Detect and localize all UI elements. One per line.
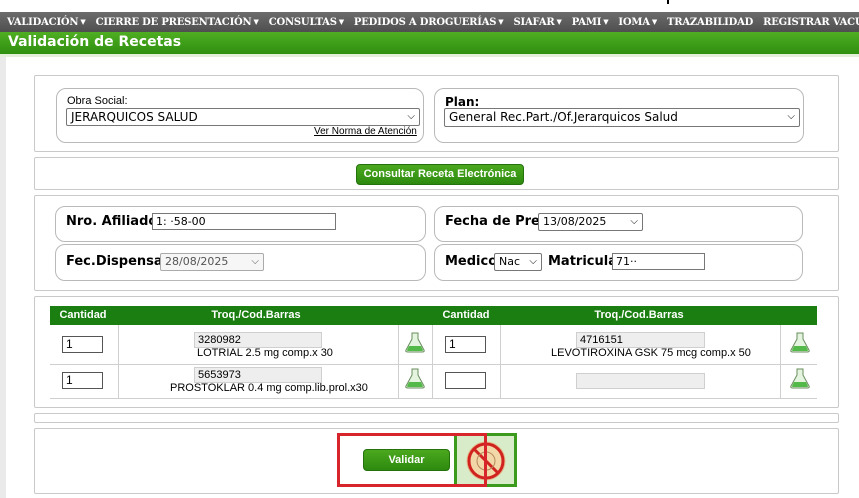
spacer-panel xyxy=(34,413,839,423)
plan-value: General Rec.Part./Of.Jerarquicos Salud xyxy=(449,110,678,124)
fecha-pres-select[interactable]: 13/08/2025 ⌵ xyxy=(538,213,643,231)
code-box-row1-left: 3280982 xyxy=(194,332,322,348)
qty-input-row2-left[interactable]: 1 xyxy=(62,372,103,389)
col-divider xyxy=(500,325,501,398)
menu-label: CIERRE DE PRESENTACIÓN xyxy=(95,17,252,28)
chevron-down-icon: ▼ xyxy=(651,17,658,26)
fecha-pres-label: Fecha de Pres xyxy=(445,214,548,229)
fec-dispensa-value: 28/08/2025 xyxy=(165,255,229,268)
medico-label: Medico xyxy=(445,254,498,269)
validar-button[interactable]: Validar xyxy=(363,449,450,471)
chevron-down-icon: ⌵ xyxy=(407,111,415,122)
products-table-header: Cantidad Troq./Cod.Barras Cantidad Troq.… xyxy=(50,306,817,325)
qty-input-row1-left[interactable]: 1 xyxy=(62,336,103,353)
row-divider xyxy=(50,364,817,365)
table-bottom xyxy=(50,398,817,399)
matricula-label: Matricula xyxy=(548,254,617,269)
header-cantidad-left: Cantidad xyxy=(59,309,107,321)
col-divider xyxy=(118,325,119,398)
chevron-down-icon: ⌵ xyxy=(630,216,638,227)
afiliado-input[interactable]: 1: ·58-00 xyxy=(152,213,336,230)
fec-dispensa-label: Fec.Dispensa: xyxy=(66,254,168,269)
menu-label: SIAFAR xyxy=(513,17,555,28)
code-box-row2-right xyxy=(576,373,705,389)
chevron-down-icon: ▼ xyxy=(338,17,344,26)
header-troq-right: Troq./Cod.Barras xyxy=(594,309,684,321)
qty-input-row2-right[interactable] xyxy=(445,372,486,389)
menu-validacion[interactable]: VALIDACIÓN ▼ xyxy=(0,12,89,32)
product-desc-row2-left: PROSTOKLAR 0.4 mg comp.lib.prol.x30 xyxy=(170,382,368,394)
menu-label: IOMA xyxy=(618,17,650,28)
flask-icon[interactable] xyxy=(404,367,426,389)
menu-pami[interactable]: PAMI ▼ xyxy=(565,12,612,32)
col-divider xyxy=(432,325,433,398)
plan-select[interactable]: General Rec.Part./Of.Jerarquicos Salud ⌵ xyxy=(444,108,800,127)
chevron-down-icon: ▼ xyxy=(80,17,86,26)
chevron-down-icon: ⌵ xyxy=(529,256,537,267)
obra-social-label: Obra Social: xyxy=(67,95,128,107)
medico-value: Nac xyxy=(499,255,521,268)
product-desc-row1-right: LEVOTIROXINA GSK 75 mcg comp.x 50 xyxy=(551,347,751,359)
obra-social-select[interactable]: JERARQUICOS SALUD ⌵ xyxy=(66,108,420,126)
chevron-down-icon: ⌵ xyxy=(251,256,259,267)
menu-label: REGISTRAR VACUNACION xyxy=(763,17,859,28)
menu-cierre-presentacion[interactable]: CIERRE DE PRESENTACIÓN ▼ xyxy=(89,12,262,32)
code-box-row1-right: 4716151 xyxy=(576,332,705,348)
afiliado-label: Nro. Afiliado xyxy=(66,214,158,229)
left-rule xyxy=(0,57,6,498)
chevron-down-icon: ▼ xyxy=(603,17,609,26)
medico-select[interactable]: Nac ⌵ xyxy=(494,253,542,271)
chevron-down-icon: ▼ xyxy=(556,17,562,26)
consultar-receta-button[interactable]: Consultar Receta Electrónica xyxy=(356,164,524,185)
norma-atencion-link[interactable]: Ver Norma de Atención xyxy=(314,126,417,137)
menu-label: CONSULTAS xyxy=(268,17,337,28)
menu-ioma[interactable]: IOMA ▼ xyxy=(611,12,660,32)
chevron-down-icon: ▼ xyxy=(498,17,504,26)
main-menu: VALIDACIÓN ▼ CIERRE DE PRESENTACIÓN ▼ CONSUL… xyxy=(0,12,859,32)
chevron-down-icon: ▼ xyxy=(253,17,259,26)
flask-icon[interactable] xyxy=(789,331,811,353)
page-title: Validación de Recetas xyxy=(0,32,859,57)
chevron-down-icon: ⌵ xyxy=(787,111,795,122)
product-desc-row1-left: LOTRIAL 2.5 mg comp.x 30 xyxy=(197,347,333,359)
menu-siafar[interactable]: SIAFAR ▼ xyxy=(506,12,564,32)
menu-label: TRAZABILIDAD xyxy=(667,17,754,28)
menu-label: PAMI xyxy=(571,17,602,28)
code-box-row2-left: 5653973 xyxy=(194,367,322,383)
plan-label: Plan: xyxy=(445,95,480,109)
menu-trazabilidad[interactable]: TRAZABILIDAD xyxy=(660,13,756,32)
col-divider xyxy=(398,325,399,398)
menu-registrar-vacunacion[interactable]: REGISTRAR VACUNACION xyxy=(756,13,859,32)
menu-consultas[interactable]: CONSULTAS ▼ xyxy=(262,12,347,32)
menu-pedidos-droguerias[interactable]: PEDIDOS A DROGUERÍAS ▼ xyxy=(347,12,507,32)
matricula-input[interactable]: 71·· xyxy=(612,253,705,270)
qty-input-row1-right[interactable]: 1 xyxy=(445,336,486,353)
header-cantidad-right: Cantidad xyxy=(442,309,490,321)
cursor-mark xyxy=(667,0,669,4)
menu-label: PEDIDOS A DROGUERÍAS xyxy=(353,17,497,28)
fecha-pres-value: 13/08/2025 xyxy=(543,215,607,228)
obra-social-value: JERARQUICOS SALUD xyxy=(71,110,198,124)
menu-label: VALIDACIÓN xyxy=(7,17,79,28)
header-troq-left: Troq./Cod.Barras xyxy=(211,309,301,321)
flask-icon[interactable] xyxy=(789,367,811,389)
flask-icon[interactable] xyxy=(404,331,426,353)
top-strip xyxy=(0,0,859,12)
fec-dispensa-select[interactable]: 28/08/2025 ⌵ xyxy=(160,253,264,271)
col-divider xyxy=(780,325,781,398)
